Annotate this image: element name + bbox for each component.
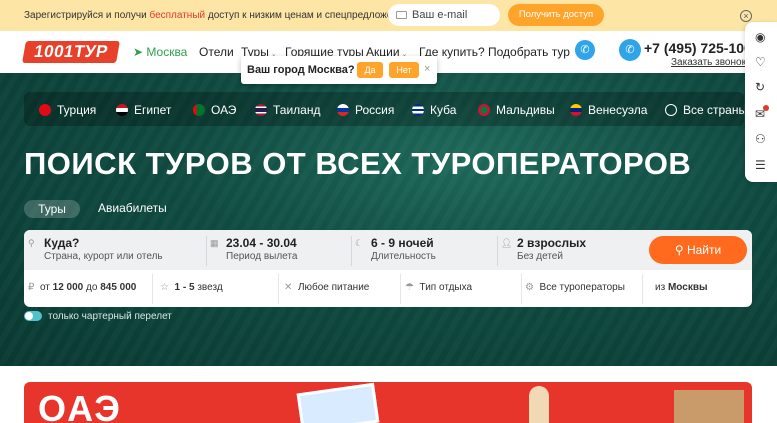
promo-photo: [296, 382, 380, 423]
user-icon[interactable]: ⚇: [755, 132, 766, 146]
price-filter[interactable]: ₽ от 12 000 до 845 000: [28, 282, 136, 293]
whatsapp-icon[interactable]: ✆: [575, 40, 595, 60]
get-access-button[interactable]: Получить доступ: [508, 4, 604, 26]
city-question: Ваш город Москва?: [247, 64, 355, 76]
divider: [521, 274, 522, 304]
city-confirm-popup: Ваш город Москва? Да Нет ×: [241, 56, 437, 84]
star-icon: ☆: [160, 282, 169, 293]
callback-link[interactable]: Заказать звонок: [671, 57, 746, 68]
menu-icon[interactable]: ☰: [755, 158, 766, 172]
flag-icon: [39, 104, 51, 116]
location-arrow-icon: ➤: [133, 45, 147, 59]
phone-icon[interactable]: ✆: [619, 39, 641, 61]
free-highlight: бесплатный: [149, 10, 206, 21]
mail-icon: [396, 11, 407, 19]
duration-field[interactable]: ☾ 6 - 9 ночей Длительность: [351, 230, 497, 270]
country-egypt[interactable]: Египет: [116, 103, 171, 117]
country-russia[interactable]: Россия: [337, 103, 394, 117]
flag-icon: [337, 104, 349, 116]
notification-badge: [763, 105, 769, 111]
mail-icon[interactable]: ✉: [755, 105, 769, 121]
location-pin-icon: ⚲: [28, 238, 35, 248]
promo-title: ОАЭ: [38, 388, 122, 423]
eye-icon[interactable]: ◉: [755, 30, 765, 44]
destination-field[interactable]: ⚲ Куда? Страна, курорт или отель: [24, 230, 206, 270]
country-all[interactable]: Все страны: [665, 103, 747, 117]
ruble-icon: ₽: [28, 282, 35, 293]
country-maldives[interactable]: Мальдивы: [478, 103, 555, 117]
promo-building-image: [674, 390, 744, 423]
calendar-icon: ▦: [210, 238, 219, 248]
country-turkey[interactable]: Турция: [39, 103, 96, 117]
departure-city-filter[interactable]: из Москвы: [655, 282, 708, 293]
right-toolbar: ◉ ♡ ↻ ✉ ⚇ ☰: [745, 22, 777, 182]
charter-toggle[interactable]: [24, 311, 42, 321]
city-no-button[interactable]: Нет: [389, 62, 419, 78]
charter-label: только чартерный перелет: [48, 311, 172, 322]
close-icon[interactable]: ×: [740, 10, 752, 22]
flag-icon: [412, 104, 424, 116]
nav-pick-tour[interactable]: Подобрать тур: [488, 45, 570, 59]
site-logo[interactable]: 1001ТУР: [22, 41, 120, 63]
tour-search-form: ⚲ Куда? Страна, курорт или отель ▦ 23.04…: [24, 230, 752, 307]
operators-filter[interactable]: ⚙ Все туроператоры: [525, 282, 625, 293]
country-cuba[interactable]: Куба: [412, 103, 456, 117]
country-uae[interactable]: ОАЭ: [193, 103, 236, 117]
flag-icon: [478, 104, 490, 116]
country-thailand[interactable]: Таиланд: [255, 103, 320, 117]
flag-icon: [116, 104, 128, 116]
country-venezuela[interactable]: Венесуэла: [570, 103, 647, 117]
flag-icon: [193, 104, 205, 116]
dates-field[interactable]: ▦ 23.04 - 30.04 Период вылета: [206, 230, 351, 270]
tab-tours[interactable]: Туры: [24, 200, 80, 218]
flag-icon: [255, 104, 267, 116]
find-button[interactable]: ⚲ Найти: [649, 236, 747, 264]
city-selector[interactable]: ➤ Москва: [133, 45, 187, 59]
city-yes-button[interactable]: Да: [357, 62, 383, 78]
divider: [152, 274, 153, 304]
promo-banner[interactable]: ОАЭ: [24, 382, 752, 423]
divider: [278, 274, 279, 304]
meals-filter[interactable]: ✕ Любое питание: [284, 282, 369, 293]
email-input[interactable]: Ваш e-mail: [388, 4, 500, 26]
hero-title: ПОИСК ТУРОВ ОТ ВСЕХ ТУРОПЕРАТОРОВ: [24, 146, 692, 181]
history-icon[interactable]: ↻: [755, 80, 765, 94]
heart-icon[interactable]: ♡: [755, 55, 766, 69]
registration-message: Зарегистрируйся и получи бесплатный дост…: [24, 10, 416, 21]
divider: [642, 274, 643, 304]
registration-bar: Зарегистрируйся и получи бесплатный дост…: [0, 0, 777, 31]
moon-icon: ☾: [355, 238, 364, 248]
user-icon: 👤︎: [501, 238, 513, 248]
umbrella-icon: ☂: [405, 282, 414, 293]
promo-tower-image: [529, 386, 549, 423]
close-icon[interactable]: ×: [424, 63, 430, 75]
tab-flights[interactable]: Авиабилеты: [98, 201, 167, 215]
globe-icon: [665, 104, 677, 116]
search-icon: ⚲: [674, 243, 687, 257]
phone-number[interactable]: +7 (495) 725-1001: [644, 40, 760, 56]
operators-icon: ⚙: [525, 282, 534, 293]
cutlery-icon: ✕: [284, 282, 293, 293]
divider: [400, 274, 401, 304]
flag-icon: [570, 104, 582, 116]
nav-hotels[interactable]: Отели: [199, 45, 234, 59]
rest-type-filter[interactable]: ☂ Тип отдыха: [405, 282, 472, 293]
stars-filter[interactable]: ☆ 1 - 5 звезд: [160, 282, 223, 293]
email-placeholder: Ваш e-mail: [412, 9, 468, 21]
travelers-field[interactable]: 👤︎ 2 взрослых Без детей: [497, 230, 642, 270]
